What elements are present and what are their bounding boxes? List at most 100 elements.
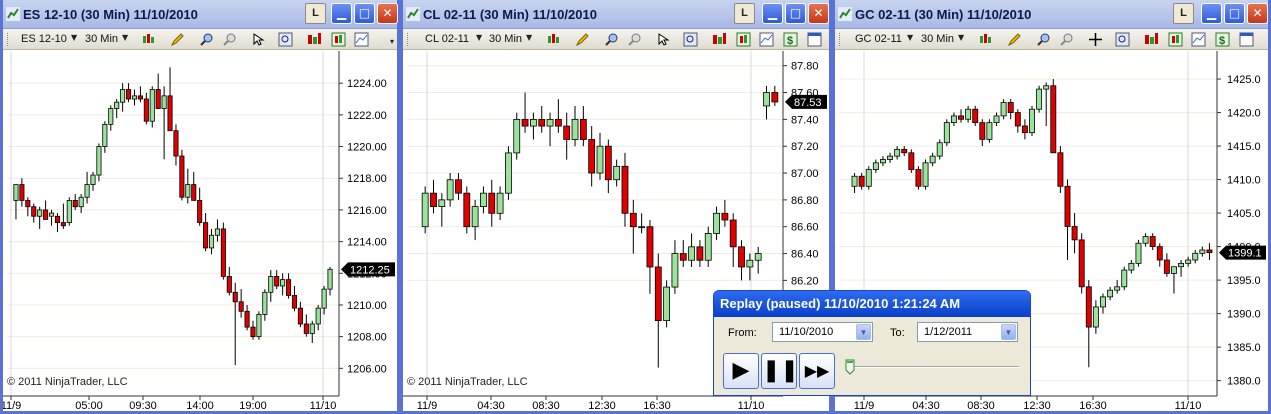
replay-progress-thumb[interactable] xyxy=(845,359,855,375)
link-button[interactable]: L xyxy=(305,3,326,24)
toolbar-grip[interactable] xyxy=(839,33,842,46)
properties-icon[interactable] xyxy=(1239,32,1254,47)
x-tick-label: 11/10 xyxy=(310,400,337,412)
close-button[interactable]: ✕ xyxy=(377,3,398,24)
zoom-out-icon[interactable] xyxy=(627,32,642,47)
candle-body xyxy=(114,101,120,109)
fast-forward-button[interactable]: ▶▶ xyxy=(799,353,835,389)
x-tick-label: 11/9 xyxy=(854,400,875,412)
chart-style-icon[interactable] xyxy=(546,32,561,47)
chart-style-icon[interactable] xyxy=(978,32,993,47)
instrument-selector[interactable]: ES 12-10 xyxy=(21,33,67,45)
strategies-icon[interactable] xyxy=(1168,32,1183,47)
interval-selector[interactable]: 30 Min xyxy=(85,33,118,45)
pencil-icon[interactable] xyxy=(1007,32,1022,47)
chevron-down-icon[interactable]: ▼ xyxy=(907,33,913,42)
interval-selector[interactable]: 30 Min xyxy=(489,33,522,45)
to-date-picker[interactable]: 1/12/2011 ▼ xyxy=(917,322,1018,342)
link-button[interactable]: L xyxy=(1173,3,1194,24)
from-date-picker[interactable]: 11/10/2010 ▼ xyxy=(772,322,873,342)
candle-body xyxy=(1043,85,1050,90)
zoom-out-icon[interactable] xyxy=(1059,32,1074,47)
x-tick-label: 09:30 xyxy=(129,400,157,412)
instrument-selector[interactable]: GC 02-11 xyxy=(855,33,902,45)
link-button[interactable]: L xyxy=(734,3,755,24)
search-icon[interactable] xyxy=(278,32,293,47)
replay-title[interactable]: Replay (paused) 11/10/2010 1:21:24 AM xyxy=(714,291,1030,317)
x-tick-label: 08:30 xyxy=(532,400,560,412)
pause-button[interactable]: ❚❚ xyxy=(761,353,799,389)
candle-body xyxy=(965,108,972,120)
candle-body xyxy=(763,92,770,107)
candle-body xyxy=(84,184,90,198)
interval-selector[interactable]: 30 Min xyxy=(921,33,954,45)
indicators-icon[interactable] xyxy=(307,32,322,47)
chevron-down-icon[interactable]: ▼ xyxy=(1001,324,1016,340)
candle-body xyxy=(1014,112,1021,127)
data-box-icon[interactable] xyxy=(354,32,369,47)
candle-body xyxy=(713,212,720,234)
zoom-in-icon[interactable] xyxy=(1036,32,1051,47)
maximize-button[interactable]: □ xyxy=(354,3,375,24)
strategies-icon[interactable] xyxy=(331,32,346,47)
maximize-button[interactable]: □ xyxy=(785,3,806,24)
candle-body xyxy=(421,192,429,228)
search-icon[interactable] xyxy=(683,32,698,47)
chevron-down-icon[interactable]: ▼ xyxy=(71,33,77,42)
search-icon[interactable] xyxy=(1115,32,1130,47)
chevron-down-icon[interactable]: ▼ xyxy=(526,33,532,42)
chart-app-icon xyxy=(406,7,420,21)
to-date-value: 1/12/2011 xyxy=(924,326,973,338)
data-box-icon[interactable] xyxy=(1191,32,1206,47)
y-tick-label: 1222.00 xyxy=(347,110,387,122)
candle-body xyxy=(1078,239,1085,288)
candle-body xyxy=(155,89,161,109)
crosshair-icon[interactable] xyxy=(1088,32,1103,47)
toolbar-overflow-icon[interactable]: ▾ xyxy=(390,37,394,46)
chevron-down-icon[interactable]: ▼ xyxy=(856,324,871,340)
title-bar[interactable]: ES 12-10 (30 Min) 11/10/2010 L ▁ □ ✕ xyxy=(3,0,398,29)
properties-icon[interactable] xyxy=(807,32,822,47)
minimize-button[interactable]: ▁ xyxy=(762,3,783,24)
pencil-icon[interactable] xyxy=(575,32,590,47)
candle-body xyxy=(297,307,303,325)
candle-body xyxy=(1171,266,1177,274)
candle-body xyxy=(1142,236,1149,244)
replay-progress-track[interactable] xyxy=(847,366,1019,368)
price-chart[interactable]: 1224.00 1222.00 1220.00 1218.00 1216.00 1214.… xyxy=(3,51,397,414)
zoom-in-icon[interactable] xyxy=(199,32,214,47)
candle-body xyxy=(108,108,114,125)
cursor-icon[interactable] xyxy=(251,32,266,47)
close-button[interactable]: ✕ xyxy=(1247,3,1268,24)
strategies-icon[interactable] xyxy=(736,32,751,47)
toolbar-grip[interactable] xyxy=(407,33,410,46)
indicators-icon[interactable] xyxy=(1144,32,1159,47)
pencil-icon[interactable] xyxy=(170,32,185,47)
play-button[interactable]: ▶ xyxy=(723,353,759,389)
instrument-selector[interactable]: CL 02-11 xyxy=(425,33,469,45)
zoom-out-icon[interactable] xyxy=(222,32,237,47)
candle-body xyxy=(120,89,126,103)
indicators-icon[interactable] xyxy=(712,32,727,47)
data-box-icon[interactable] xyxy=(759,32,774,47)
candle-body xyxy=(214,228,220,236)
zoom-in-icon[interactable] xyxy=(604,32,619,47)
minimize-button[interactable]: ▁ xyxy=(1201,3,1222,24)
chevron-down-icon[interactable]: ▼ xyxy=(476,33,482,42)
chevron-down-icon[interactable]: ▼ xyxy=(122,33,128,42)
candle-body xyxy=(858,175,865,187)
maximize-button[interactable]: □ xyxy=(1224,3,1245,24)
dollar-icon[interactable]: $ xyxy=(1215,32,1230,47)
dollar-icon[interactable]: $ xyxy=(783,32,798,47)
candle-body xyxy=(430,192,437,207)
title-bar[interactable]: CL 02-11 (30 Min) 11/10/2010 L ▁ □ ✕ xyxy=(403,0,829,29)
candle-body xyxy=(197,200,203,223)
candle-body xyxy=(280,279,286,287)
chart-style-icon[interactable] xyxy=(141,32,156,47)
toolbar-grip[interactable] xyxy=(7,33,10,46)
cursor-icon[interactable] xyxy=(656,32,671,47)
title-bar[interactable]: GC 02-11 (30 Min) 11/10/2010 L ▁ □ ✕ xyxy=(835,0,1268,29)
minimize-button[interactable]: ▁ xyxy=(331,3,352,24)
close-button[interactable]: ✕ xyxy=(808,3,829,24)
chevron-down-icon[interactable]: ▼ xyxy=(958,33,964,42)
